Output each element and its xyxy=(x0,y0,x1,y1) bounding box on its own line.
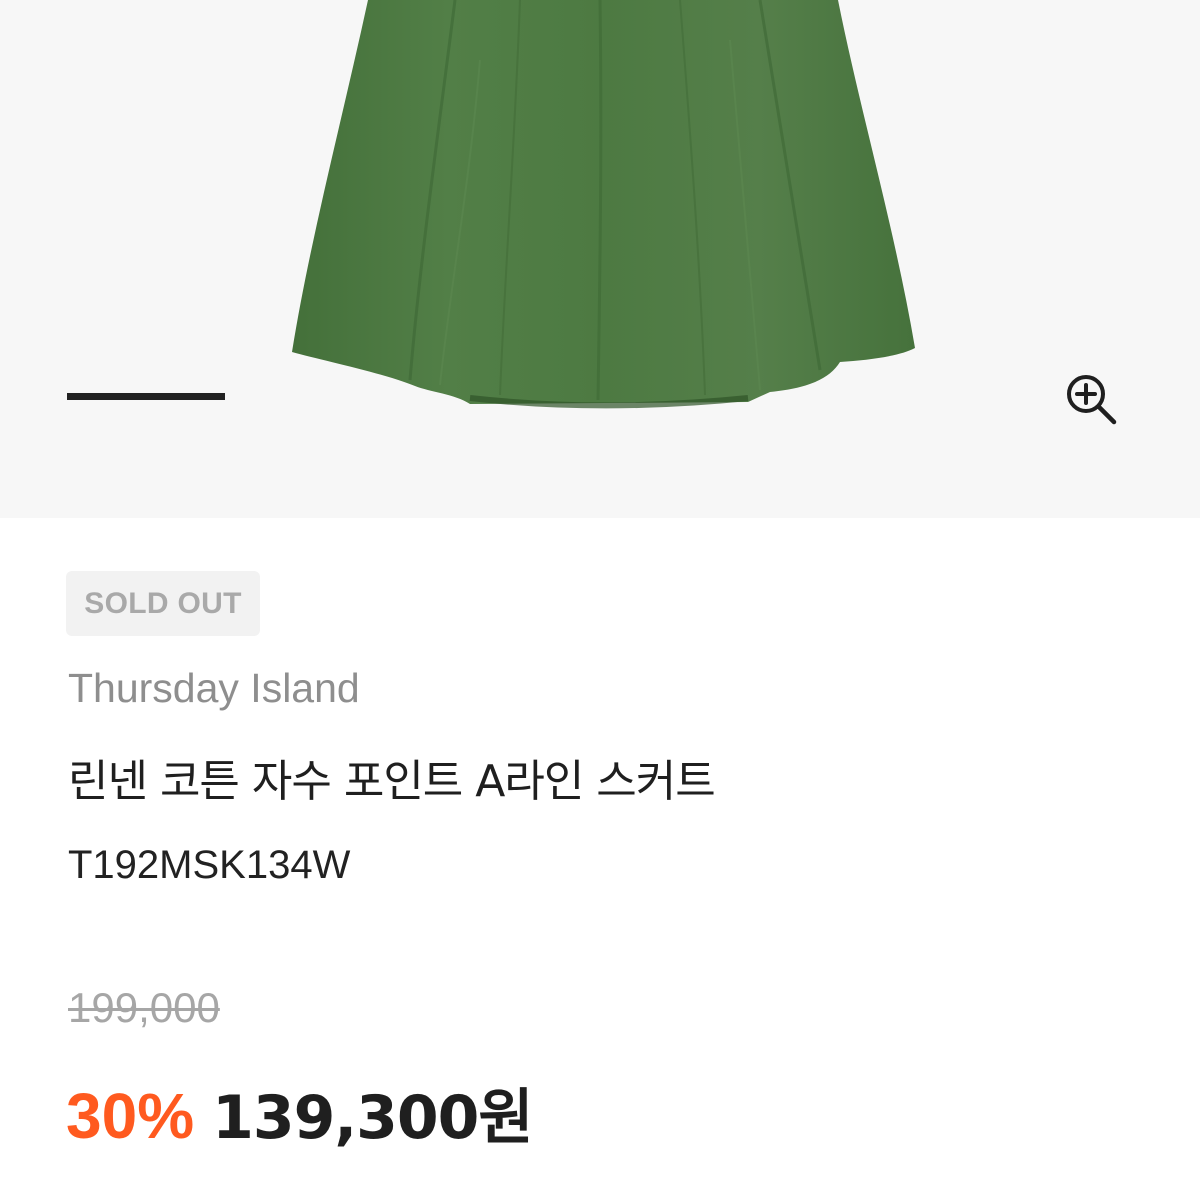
original-price: 199,000 xyxy=(68,984,220,1031)
slide-indicator-active[interactable] xyxy=(67,393,225,400)
discount-rate: 30% xyxy=(66,1080,195,1152)
zoom-in-icon xyxy=(1067,375,1117,425)
product-image xyxy=(292,0,915,409)
sale-price: 139,300원 xyxy=(212,1083,533,1153)
price-row: 30% 139,300원 xyxy=(66,1076,534,1156)
brand-name[interactable]: Thursday Island xyxy=(68,660,360,716)
zoom-button[interactable] xyxy=(1058,366,1124,432)
product-code: T192MSK134W xyxy=(68,843,351,887)
sold-out-badge: SOLD OUT xyxy=(66,571,260,636)
product-image-gallery[interactable] xyxy=(0,0,1200,518)
product-title: 린넨 코튼 자수 포인트 A라인 스커트 xyxy=(68,756,716,807)
product-detail-page: SOLD OUT Thursday Island 린넨 코튼 자수 포인트 A라… xyxy=(0,0,1200,1200)
